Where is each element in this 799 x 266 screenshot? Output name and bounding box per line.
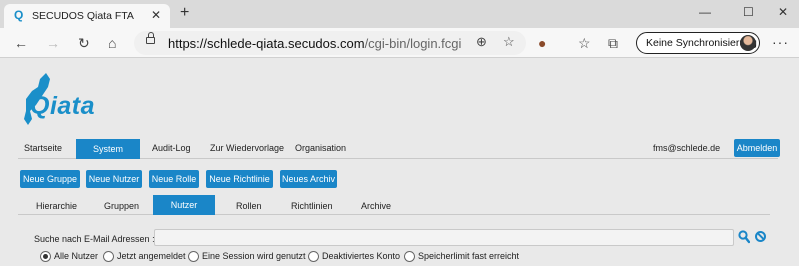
qiata-favicon-icon: Q <box>14 8 24 22</box>
close-window-icon[interactable]: ✕ <box>778 5 788 19</box>
new-policy-button[interactable]: Neue Richtlinie <box>206 170 273 188</box>
favorites-icon[interactable]: ☆ <box>578 35 591 51</box>
more-menu-icon[interactable]: ··· <box>772 34 789 50</box>
maximize-icon[interactable]: ☐ <box>743 5 754 19</box>
browser-titlebar: Q SECUDOS Qiata FTA ✕ + — ☐ ✕ <box>0 0 799 28</box>
page-content: Qiata Startseite System Audit-Log Zur Wi… <box>0 59 799 266</box>
close-tab-icon[interactable]: ✕ <box>151 8 161 22</box>
lock-icon <box>146 32 155 44</box>
radio-selected-icon[interactable] <box>40 251 51 262</box>
logo-text: Qiata <box>30 92 96 120</box>
radio-icon[interactable] <box>188 251 199 262</box>
new-user-button[interactable]: Neue Nutzer <box>86 170 142 188</box>
new-tab-icon[interactable]: + <box>180 5 189 21</box>
tab-archive[interactable]: Archive <box>361 201 391 211</box>
tab-gruppen[interactable]: Gruppen <box>104 201 139 211</box>
sub-navigation: Hierarchie Gruppen Nutzer Rollen Richtli… <box>18 195 770 215</box>
new-archive-button[interactable]: Neues Archiv <box>280 170 337 188</box>
tab-hierarchie[interactable]: Hierarchie <box>36 201 77 211</box>
browser-tab[interactable]: Q SECUDOS Qiata FTA ✕ <box>4 4 170 28</box>
nav-item-audit-log[interactable]: Audit-Log <box>152 143 191 153</box>
logout-button[interactable]: Abmelden <box>734 139 780 157</box>
extension-icon[interactable]: ● <box>538 35 546 51</box>
home-icon[interactable]: ⌂ <box>108 35 116 51</box>
forward-icon[interactable]: → <box>46 35 60 51</box>
search-icon[interactable] <box>738 230 750 244</box>
radio-icon[interactable] <box>404 251 415 262</box>
collections-icon[interactable]: ⧉ <box>608 35 618 51</box>
clear-search-icon[interactable] <box>755 231 766 242</box>
reload-icon[interactable]: ↻ <box>78 35 90 51</box>
zoom-icon[interactable]: ⊕ <box>476 34 487 50</box>
new-role-button[interactable]: Neue Rolle <box>149 170 199 188</box>
address-bar[interactable]: https://schlede-qiata.secudos.com/cgi-bi… <box>134 31 526 55</box>
nav-item-startseite[interactable]: Startseite <box>24 143 62 153</box>
search-label: Suche nach E-Mail Adressen : <box>34 234 155 244</box>
browser-toolbar: ← → ↻ ⌂ https://schlede-qiata.secudos.co… <box>0 28 799 58</box>
tab-nutzer[interactable]: Nutzer <box>153 195 215 215</box>
nav-item-system[interactable]: System <box>76 139 140 159</box>
nav-item-organisation[interactable]: Organisation <box>295 143 346 153</box>
tab-title: SECUDOS Qiata FTA <box>32 10 134 22</box>
nav-item-wiedervorlage[interactable]: Zur Wiedervorlage <box>210 143 284 153</box>
radio-icon[interactable] <box>103 251 114 262</box>
tab-richtlinien[interactable]: Richtlinien <box>291 201 333 211</box>
tab-rollen[interactable]: Rollen <box>236 201 262 211</box>
email-search-input[interactable] <box>154 229 734 246</box>
avatar <box>740 35 756 51</box>
sync-profile-button[interactable]: Keine Synchronisierung <box>636 32 760 54</box>
minimize-icon[interactable]: — <box>699 5 711 19</box>
url-text[interactable]: https://schlede-qiata.secudos.com/cgi-bi… <box>168 36 461 51</box>
user-email: fms@schlede.de <box>653 143 721 153</box>
favorite-star-icon[interactable]: ☆ <box>503 34 515 50</box>
back-icon[interactable]: ← <box>14 35 28 51</box>
radio-icon[interactable] <box>308 251 319 262</box>
new-group-button[interactable]: Neue Gruppe <box>20 170 80 188</box>
